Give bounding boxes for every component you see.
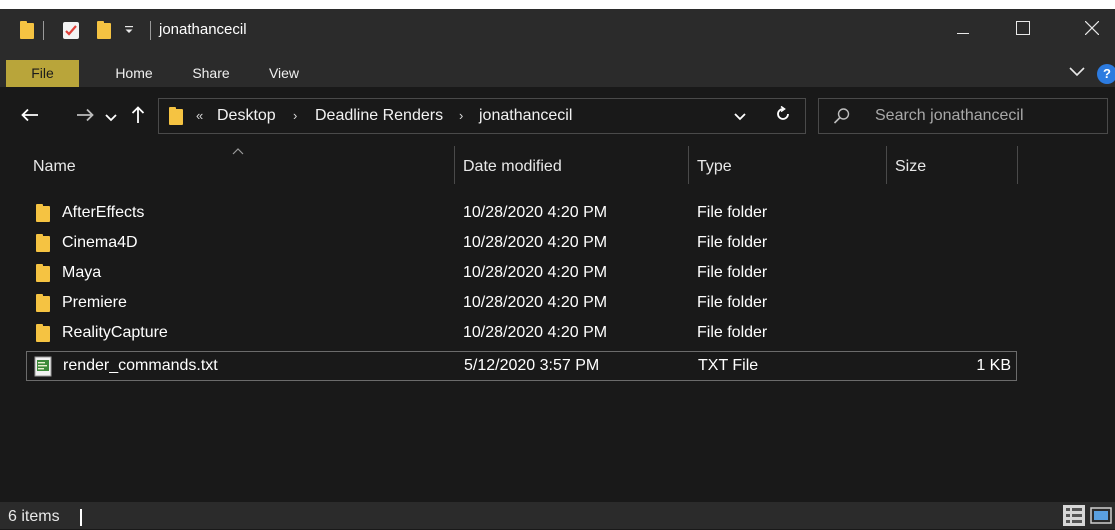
file-type: File folder <box>697 294 768 311</box>
column-divider[interactable] <box>886 146 887 184</box>
breadcrumb-chevron-icon: › <box>459 108 464 123</box>
column-name[interactable]: Name <box>33 144 453 188</box>
text-file-icon <box>34 356 53 377</box>
title-divider <box>150 21 151 40</box>
window-folder-icon <box>20 9 34 51</box>
window-title: jonathancecil <box>159 21 247 38</box>
tab-share[interactable]: Share <box>179 60 243 87</box>
tab-file[interactable]: File <box>6 60 79 87</box>
file-name: Premiere <box>62 294 127 311</box>
chevron-down-icon <box>734 108 746 125</box>
file-name: render_commands.txt <box>63 357 218 374</box>
maximize-button[interactable] <box>1000 9 1046 51</box>
up-button[interactable] <box>128 102 148 132</box>
large-icons-view-icon <box>1090 507 1112 530</box>
new-folder-icon[interactable] <box>97 9 111 51</box>
title-bar: jonathancecil <box>0 9 1115 51</box>
file-date: 10/28/2020 4:20 PM <box>463 264 608 281</box>
file-size: 1 KB <box>976 357 1011 374</box>
file-type: File folder <box>697 264 768 281</box>
details-view-button[interactable] <box>1063 505 1085 526</box>
refresh-icon <box>775 105 791 126</box>
up-arrow-icon <box>131 106 145 128</box>
breadcrumb-jonathancecil[interactable]: jonathancecil <box>479 99 572 133</box>
list-item[interactable]: Premiere 10/28/2020 4:20 PM File folder <box>26 288 1017 318</box>
navigation-bar: « Desktop › Deadline Renders › jonathanc… <box>0 87 1115 144</box>
ribbon: File Home Share View ? <box>0 51 1115 87</box>
search-input[interactable] <box>875 99 1095 133</box>
expand-ribbon-icon[interactable] <box>1069 64 1085 81</box>
file-date: 5/12/2020 3:57 PM <box>464 357 600 374</box>
status-separator <box>80 509 82 526</box>
column-size[interactable]: Size <box>895 144 1015 188</box>
tab-home[interactable]: Home <box>104 60 164 87</box>
file-name: Maya <box>62 264 102 281</box>
forward-arrow-icon <box>76 108 94 126</box>
file-type: File folder <box>697 204 768 221</box>
chevron-down-icon <box>105 109 117 126</box>
properties-icon[interactable] <box>63 22 79 39</box>
folder-icon <box>36 264 50 282</box>
screen-top-edge <box>0 0 1115 9</box>
column-divider[interactable] <box>454 146 455 184</box>
file-date: 10/28/2020 4:20 PM <box>463 234 608 251</box>
tab-view[interactable]: View <box>258 60 310 87</box>
quick-access-divider <box>43 21 44 40</box>
address-folder-icon <box>169 107 183 125</box>
list-item[interactable]: AfterEffects 10/28/2020 4:20 PM File fol… <box>26 198 1017 228</box>
list-item[interactable]: Maya 10/28/2020 4:20 PM File folder <box>26 258 1017 288</box>
back-arrow-icon <box>21 108 39 126</box>
column-divider[interactable] <box>1017 146 1018 184</box>
list-item[interactable]: Cinema4D 10/28/2020 4:20 PM File folder <box>26 228 1017 258</box>
breadcrumb-desktop[interactable]: Desktop <box>217 99 276 133</box>
folder-icon <box>36 234 50 252</box>
item-count: 6 items <box>8 508 60 525</box>
list-item[interactable]: RealityCapture 10/28/2020 4:20 PM File f… <box>26 318 1017 348</box>
forward-button[interactable] <box>73 102 97 132</box>
address-bar[interactable]: « Desktop › Deadline Renders › jonathanc… <box>158 98 806 134</box>
help-icon[interactable]: ? <box>1097 64 1115 84</box>
large-icons-view-button[interactable] <box>1090 505 1112 526</box>
folder-icon <box>36 324 50 342</box>
column-headers: Name Date modified Type Size <box>0 144 1115 188</box>
breadcrumb-chevron-icon: › <box>293 108 298 123</box>
column-type[interactable]: Type <box>697 144 877 188</box>
address-dropdown-button[interactable] <box>725 99 755 133</box>
breadcrumb-deadline-renders[interactable]: Deadline Renders <box>315 99 443 133</box>
search-box[interactable] <box>818 98 1108 134</box>
file-name: RealityCapture <box>62 324 168 341</box>
close-button[interactable] <box>1069 9 1115 51</box>
folder-icon <box>36 294 50 312</box>
search-icon <box>833 107 851 129</box>
file-date: 10/28/2020 4:20 PM <box>463 324 608 341</box>
column-divider[interactable] <box>688 146 689 184</box>
minimize-button[interactable] <box>940 9 986 51</box>
minimize-icon <box>957 22 969 39</box>
recent-locations-button[interactable] <box>103 102 119 132</box>
file-type: File folder <box>697 234 768 251</box>
maximize-icon <box>1016 21 1030 39</box>
file-date: 10/28/2020 4:20 PM <box>463 294 608 311</box>
close-icon <box>1084 20 1100 39</box>
file-name: Cinema4D <box>62 234 138 251</box>
file-date: 10/28/2020 4:20 PM <box>463 204 608 221</box>
back-button[interactable] <box>18 102 42 132</box>
folder-icon <box>36 204 50 222</box>
details-view-icon <box>1063 505 1085 530</box>
status-bar: 6 items <box>0 502 1115 529</box>
customize-toolbar-icon[interactable] <box>124 9 134 51</box>
list-item[interactable]: render_commands.txt 5/12/2020 3:57 PM TX… <box>26 351 1017 381</box>
file-name: AfterEffects <box>62 204 145 221</box>
file-type: TXT File <box>698 357 759 374</box>
refresh-button[interactable] <box>765 99 801 133</box>
breadcrumb-overflow[interactable]: « <box>196 99 203 133</box>
column-date-modified[interactable]: Date modified <box>463 144 683 188</box>
file-type: File folder <box>697 324 768 341</box>
